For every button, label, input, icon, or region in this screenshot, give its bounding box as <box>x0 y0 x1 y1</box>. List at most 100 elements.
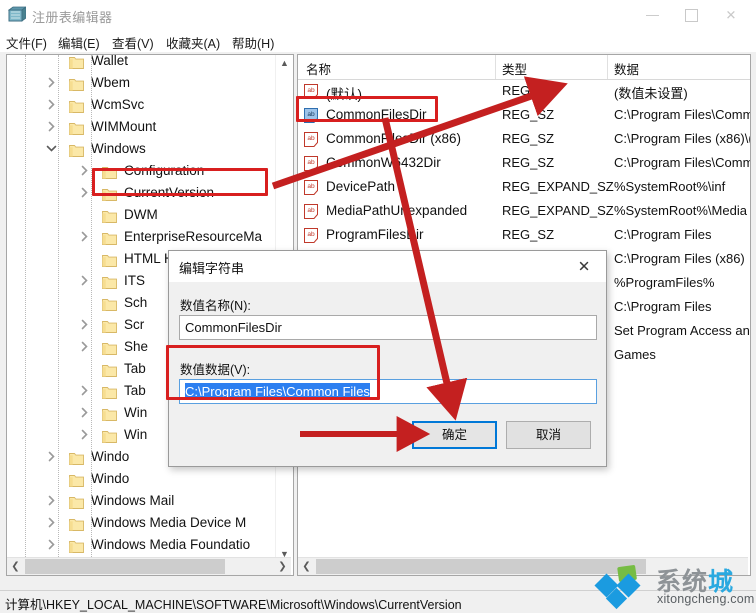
maximize-button[interactable] <box>672 0 710 30</box>
tree-item-label: Sch <box>124 295 148 310</box>
column-header-type[interactable]: 类型 <box>502 59 527 78</box>
value-data-cell: C:\Program Files\Comm <box>614 107 751 122</box>
tree-item-label: WIMMount <box>91 119 157 134</box>
chevron-down-icon[interactable] <box>45 142 58 155</box>
close-icon: ✕ <box>577 258 591 275</box>
chevron-right-icon[interactable] <box>78 428 91 441</box>
title-bar: 注册表编辑器 ✕ <box>0 0 756 30</box>
value-data-cell: C:\Program Files (x86) <box>614 251 745 266</box>
menu-help[interactable]: 帮助(H) <box>232 33 274 52</box>
tree-item[interactable]: WIMMount <box>7 115 275 138</box>
svg-text:ab: ab <box>307 87 315 94</box>
menu-edit[interactable]: 编辑(E) <box>58 33 100 52</box>
value-name-cell: MediaPathUnexpanded <box>326 203 468 218</box>
folder-icon <box>69 493 84 509</box>
folder-icon <box>102 361 117 377</box>
tree-item-label: Wbem <box>91 75 131 90</box>
close-icon: ✕ <box>725 7 737 23</box>
table-row[interactable]: ab ProgramFilesDir REG_SZ C:\Program Files <box>298 224 750 248</box>
folder-icon <box>102 427 117 443</box>
tree-item-label: Windows Mail <box>91 493 175 508</box>
tree-item[interactable]: EnterpriseResourceMa <box>7 225 275 248</box>
tree-hscroll-right-icon[interactable]: ❯ <box>274 558 291 575</box>
watermark-logo-icon <box>594 565 641 610</box>
folder-icon <box>102 405 117 421</box>
tree-hscroll-left-icon[interactable]: ❮ <box>7 558 24 575</box>
value-type-cell: REG_EXPAND_SZ <box>502 179 614 194</box>
menu-file[interactable]: 文件(F) <box>6 33 47 52</box>
table-row[interactable]: ab CommonFilesDir (x86) REG_SZ C:\Program F… <box>298 128 750 152</box>
value-name-text: CommonFilesDir <box>185 320 282 335</box>
tree-item-label: ITS <box>124 273 146 288</box>
value-data-cell: C:\Program Files <box>614 227 712 242</box>
tree-item[interactable]: WcmSvc <box>7 93 275 116</box>
value-type-cell: REG_SZ <box>502 131 555 146</box>
list-hscroll-left-icon[interactable]: ❮ <box>298 558 315 575</box>
chevron-right-icon[interactable] <box>45 98 58 111</box>
column-divider[interactable] <box>495 55 496 79</box>
menu-bar: 文件(F) 编辑(E) 查看(V) 收藏夹(A) 帮助(H) <box>0 30 756 52</box>
chevron-right-icon[interactable] <box>45 120 58 133</box>
tree-hscroll-thumb[interactable] <box>25 559 225 574</box>
value-type-cell: REG_EXPAND_SZ <box>502 203 614 218</box>
chevron-right-icon[interactable] <box>78 340 91 353</box>
tree-item[interactable]: Wallet <box>7 55 275 72</box>
ab-string-icon: ab <box>304 156 321 171</box>
svg-text:ab: ab <box>307 159 315 166</box>
folder-icon <box>102 207 117 223</box>
cancel-button[interactable]: 取消 <box>506 421 591 449</box>
folder-icon <box>102 339 117 355</box>
value-name-cell: CommonFilesDir (x86) <box>326 131 462 146</box>
folder-icon <box>69 97 84 113</box>
table-row[interactable]: ab DevicePath REG_EXPAND_SZ %SystemRoot%\in… <box>298 176 750 200</box>
tree-item[interactable]: Windo <box>7 467 275 490</box>
folder-icon <box>69 141 84 157</box>
chevron-right-icon[interactable] <box>78 406 91 419</box>
column-header-data[interactable]: 数据 <box>614 59 639 78</box>
tree-item-label: Windo <box>91 471 130 486</box>
chevron-right-icon[interactable] <box>78 384 91 397</box>
chevron-right-icon[interactable] <box>45 450 58 463</box>
minimize-button[interactable] <box>634 0 672 30</box>
tree-guide-line <box>91 55 92 563</box>
folder-icon <box>69 515 84 531</box>
chevron-right-icon[interactable] <box>78 274 91 287</box>
value-name-input[interactable]: CommonFilesDir <box>179 315 597 340</box>
ok-button[interactable]: 确定 <box>412 421 497 449</box>
value-data-cell: Set Program Access an <box>614 323 750 338</box>
column-header-name[interactable]: 名称 <box>306 59 331 78</box>
chevron-right-icon[interactable] <box>45 538 58 551</box>
value-data-cell: %SystemRoot%\inf <box>614 179 726 194</box>
tree-item[interactable]: Wbem <box>7 71 275 94</box>
chevron-right-icon[interactable] <box>78 230 91 243</box>
tree-horizontal-scrollbar[interactable]: ❮ ❯ <box>7 557 291 575</box>
tree-item-label: Win <box>124 405 148 420</box>
table-row[interactable]: ab CommonW6432Dir REG_SZ C:\Program Files\C… <box>298 152 750 176</box>
chevron-right-icon[interactable] <box>78 164 91 177</box>
tree-item-label: Windows Media Device M <box>91 515 247 530</box>
value-name-cell: DevicePath <box>326 179 396 194</box>
table-row[interactable]: ab MediaPathUnexpanded REG_EXPAND_SZ %Syste… <box>298 200 750 224</box>
chevron-right-icon[interactable] <box>45 516 58 529</box>
dialog-close-button[interactable]: ✕ <box>562 251 606 282</box>
menu-view[interactable]: 查看(V) <box>112 33 154 52</box>
tree-scroll-up-icon[interactable]: ▲ <box>276 55 293 72</box>
chevron-right-icon[interactable] <box>45 76 58 89</box>
menu-favorites[interactable]: 收藏夹(A) <box>166 33 220 52</box>
registry-editor-window: 注册表编辑器 ✕ 文件(F) 编辑(E) 查看(V) 收藏夹(A) 帮助(H) … <box>0 0 756 613</box>
tree-item[interactable]: Windows <box>7 137 275 160</box>
svg-text:ab: ab <box>307 207 315 214</box>
svg-text:ab: ab <box>307 135 315 142</box>
chevron-right-icon[interactable] <box>45 494 58 507</box>
tree-item[interactable]: DWM <box>7 203 275 226</box>
close-button[interactable]: ✕ <box>712 0 750 30</box>
folder-icon <box>69 55 84 69</box>
column-divider[interactable] <box>607 55 608 79</box>
chevron-right-icon[interactable] <box>78 186 91 199</box>
tree-item[interactable]: Windows Media Device M <box>7 511 275 534</box>
chevron-right-icon[interactable] <box>78 318 91 331</box>
tree-item[interactable]: Windows Media Foundatio <box>7 533 275 556</box>
window-title: 注册表编辑器 <box>32 10 113 25</box>
tree-item-label: Win <box>124 427 148 442</box>
tree-item[interactable]: Windows Mail <box>7 489 275 512</box>
